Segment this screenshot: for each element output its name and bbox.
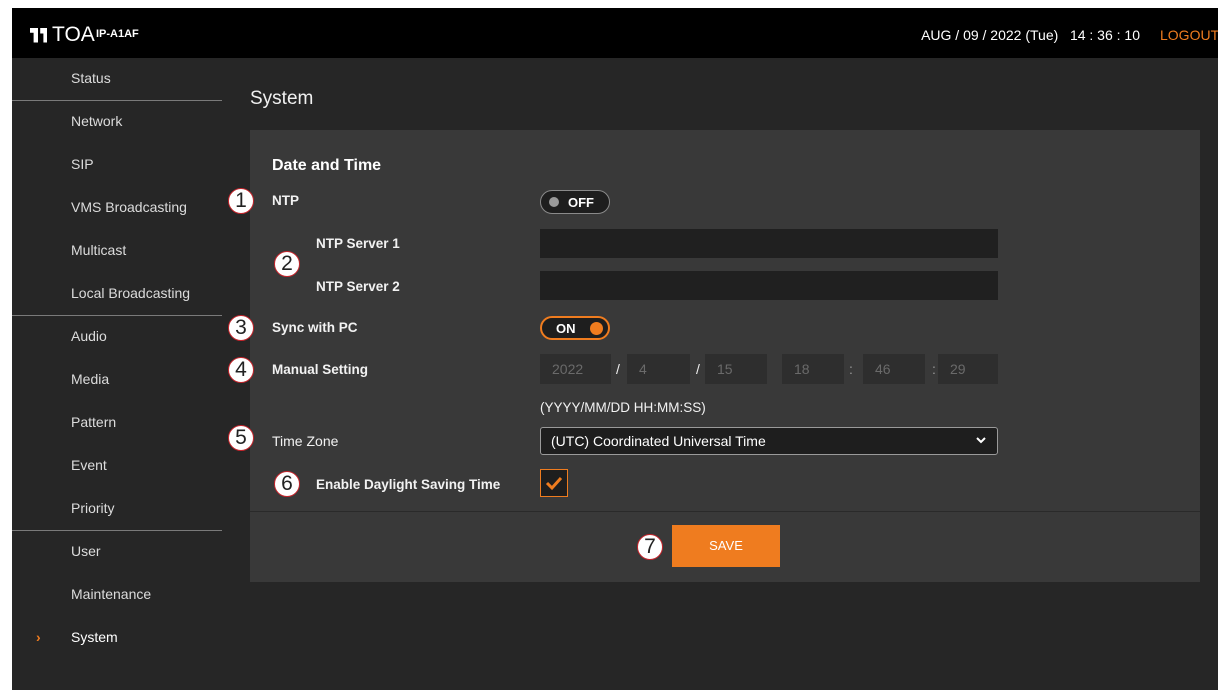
sidebar-item-label: Audio	[71, 328, 107, 344]
ntp-server-2-label: NTP Server 2	[316, 279, 400, 294]
sidebar-item-vms-broadcasting[interactable]: VMS Broadcasting	[12, 187, 222, 230]
time-zone-select[interactable]: (UTC) Coordinated Universal Time	[540, 427, 998, 455]
sidebar-item-label: User	[71, 543, 101, 559]
sidebar-nav: Status Network SIP VMS Broadcasting Mult…	[12, 58, 222, 660]
sidebar-item-priority[interactable]: Priority	[12, 488, 222, 531]
sidebar-item-label: SIP	[71, 156, 94, 172]
manual-setting-label: Manual Setting	[272, 362, 369, 377]
brand-name: TOA	[52, 23, 95, 46]
toggle-knob	[590, 322, 603, 335]
sidebar-item-local-broadcasting[interactable]: Local Broadcasting	[12, 273, 222, 316]
sidebar-item-sip[interactable]: SIP	[12, 144, 222, 187]
top-bar: TOA IP-A1AF AUG / 09 / 2022 (Tue) 14 : 3…	[12, 8, 1218, 58]
toggle-knob	[549, 197, 559, 207]
ntp-toggle-state: OFF	[568, 195, 594, 210]
minute-input[interactable]: 46	[863, 354, 925, 384]
callout-2: 2	[274, 251, 300, 277]
sidebar-item-label: VMS Broadcasting	[71, 199, 187, 215]
day-input[interactable]: 15	[705, 354, 767, 384]
save-button[interactable]: SAVE	[672, 525, 780, 567]
ntp-toggle[interactable]: OFF	[540, 190, 610, 214]
sidebar-item-audio[interactable]: Audio	[12, 316, 222, 359]
time-separator: :	[932, 361, 936, 377]
device-model: IP-A1AF	[96, 28, 139, 40]
callout-1: 1	[228, 188, 254, 214]
sync-pc-toggle[interactable]: ON	[540, 316, 610, 340]
time-zone-label: Time Zone	[272, 433, 339, 449]
year-input[interactable]: 2022	[540, 354, 611, 384]
callout-3: 3	[228, 315, 254, 341]
sidebar-item-label: Multicast	[71, 242, 127, 258]
callout-7: 7	[637, 534, 663, 560]
sidebar-item-event[interactable]: Event	[12, 445, 222, 488]
sidebar-item-label: Local Broadcasting	[71, 285, 191, 301]
sidebar-item-system[interactable]: › System	[12, 617, 222, 660]
callout-5: 5	[228, 425, 254, 451]
app-window: TOA IP-A1AF AUG / 09 / 2022 (Tue) 14 : 3…	[12, 8, 1218, 690]
sidebar-item-label: Pattern	[71, 414, 117, 430]
chevron-right-icon: ›	[36, 629, 41, 645]
sidebar-item-label: Event	[71, 457, 107, 473]
sidebar-item-maintenance[interactable]: Maintenance	[12, 574, 222, 617]
sidebar-item-label: System	[71, 629, 118, 645]
sidebar-item-label: Media	[71, 371, 110, 387]
date-separator: /	[696, 361, 700, 377]
sidebar-item-label: Maintenance	[71, 586, 152, 602]
sidebar-item-network[interactable]: Network	[12, 101, 222, 144]
sidebar-item-pattern[interactable]: Pattern	[12, 402, 222, 445]
logout-link[interactable]: LOGOUT	[1160, 27, 1218, 43]
month-input[interactable]: 4	[627, 354, 690, 384]
date-time-panel: Date and Time 1 2 3 4 5 6 7 NTP OFF NTP …	[228, 130, 1200, 582]
sync-pc-toggle-state: ON	[556, 321, 576, 336]
time-separator: :	[849, 361, 853, 377]
time-zone-value: (UTC) Coordinated Universal Time	[551, 433, 766, 449]
second-input[interactable]: 29	[938, 354, 998, 384]
device-clock: AUG / 09 / 2022 (Tue) 14 : 36 : 10	[921, 27, 1140, 43]
sidebar-item-media[interactable]: Media	[12, 359, 222, 402]
hour-input[interactable]: 18	[782, 354, 844, 384]
ntp-server-1-label: NTP Server 1	[316, 236, 400, 251]
ntp-label: NTP	[272, 193, 299, 208]
dst-label: Enable Daylight Saving Time	[316, 477, 501, 492]
sidebar-item-label: Status	[71, 70, 111, 86]
toa-logo-icon	[30, 27, 48, 43]
sidebar-item-user[interactable]: User	[12, 531, 222, 574]
datetime-format-hint: (YYYY/MM/DD HH:MM:SS)	[540, 400, 706, 415]
sidebar-item-label: Priority	[71, 500, 115, 516]
callout-4: 4	[228, 357, 254, 383]
callout-6: 6	[274, 471, 300, 497]
toa-logo: TOA	[30, 23, 95, 47]
dst-checkbox[interactable]	[540, 469, 568, 497]
sidebar-item-status[interactable]: Status	[12, 58, 222, 101]
ntp-server-1-input[interactable]	[540, 229, 998, 258]
sidebar-item-label: Network	[71, 113, 123, 129]
sync-pc-label: Sync with PC	[272, 320, 358, 335]
date-separator: /	[616, 361, 620, 377]
chevron-down-icon	[976, 437, 986, 444]
section-title: Date and Time	[272, 157, 382, 174]
panel-divider	[250, 511, 1200, 512]
checkmark-icon	[545, 476, 563, 491]
ntp-server-2-input[interactable]	[540, 271, 998, 300]
page-title: System	[250, 88, 314, 109]
sidebar-item-multicast[interactable]: Multicast	[12, 230, 222, 273]
